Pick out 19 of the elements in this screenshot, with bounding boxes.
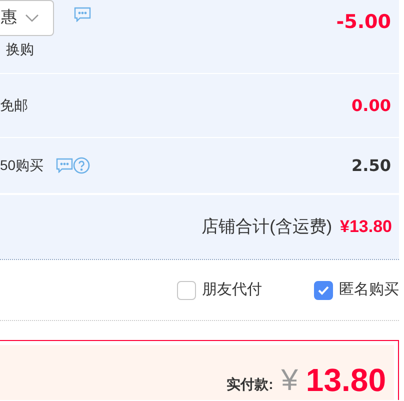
shop-total-label: 店铺合计(含运费) (202, 216, 332, 238)
check-icon (318, 286, 329, 294)
checkbox-label: 朋友代付 (202, 280, 262, 300)
payment-amount: 13.80 (306, 364, 386, 396)
amount: 0.00 (352, 94, 392, 116)
promo-select[interactable]: 惠 (0, 0, 54, 36)
promo-label: 免邮 (0, 96, 28, 115)
amount: -5.00 (336, 10, 391, 35)
help-icon[interactable] (72, 157, 90, 174)
promo-label: 50购买 (0, 156, 44, 175)
caret-icon (25, 14, 39, 22)
shop-total-amount: ¥13.80 (340, 216, 392, 238)
amount: 2.50 (352, 154, 392, 176)
checkbox[interactable] (314, 280, 333, 300)
checkbox-label: 匿名购买 (339, 280, 399, 300)
currency-sign: ¥ (281, 366, 298, 396)
promo-note: 换购 (5, 40, 35, 59)
checkbox[interactable] (177, 280, 196, 300)
payment-label: 实付款: (226, 375, 274, 394)
